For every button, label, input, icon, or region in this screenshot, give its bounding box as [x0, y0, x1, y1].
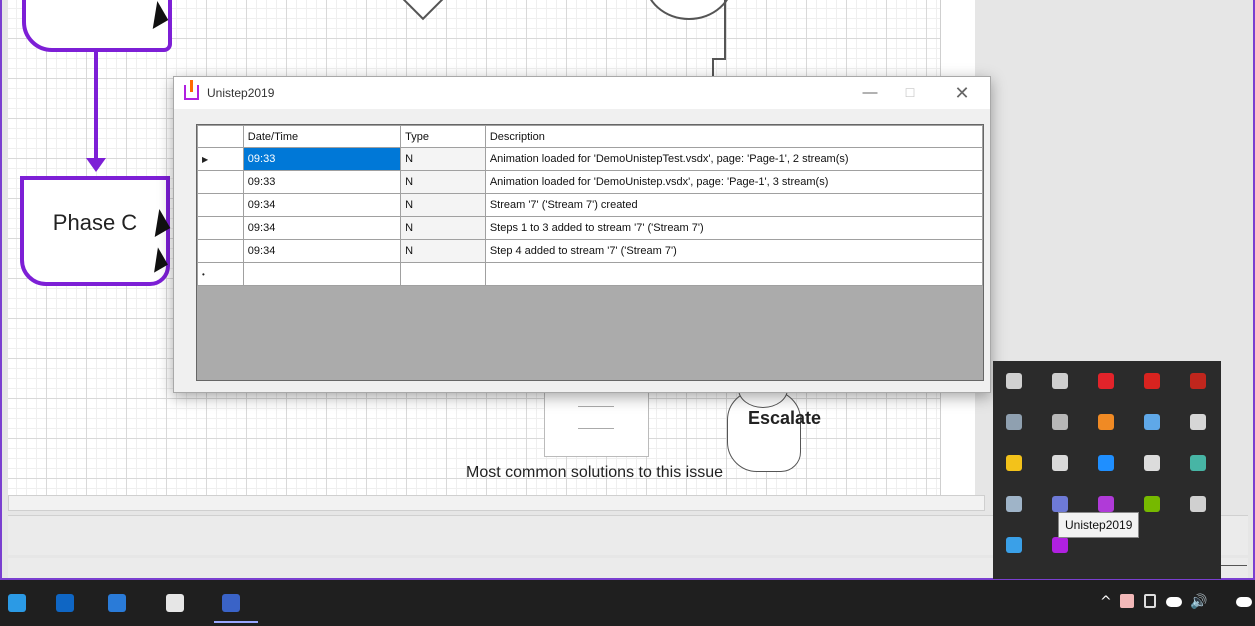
- description-cell[interactable]: [484, 262, 984, 286]
- row-header-corner[interactable]: [197, 125, 244, 148]
- description-cell[interactable]: Animation loaded for 'DemoUnistepTest.vs…: [484, 147, 984, 171]
- show-hidden-icons-chevron[interactable]: ^: [1100, 594, 1112, 610]
- acrobat-icon[interactable]: [1098, 373, 1114, 389]
- datetime-cell[interactable]: 09:33: [242, 170, 402, 194]
- table-row[interactable]: 09:33 N Animation loaded for 'DemoUniste…: [197, 170, 984, 194]
- satellite-icon[interactable]: [1052, 373, 1068, 389]
- type-cell[interactable]: N: [400, 239, 486, 263]
- table-row[interactable]: ▶ 09:33 N Animation loaded for 'DemoUnis…: [197, 147, 984, 171]
- type-cell[interactable]: [400, 262, 486, 286]
- connector-line: [724, 0, 726, 60]
- solutions-text: Most common solutions to this issue: [466, 464, 723, 481]
- table-row[interactable]: 09:34 N Stream '7' ('Stream 7') created: [197, 193, 984, 217]
- visio-icon[interactable]: [222, 594, 240, 612]
- dialog-titlebar[interactable]: Unistep2019 — ☐ ✕: [174, 77, 990, 109]
- description-cell[interactable]: Animation loaded for 'DemoUnistep.vsdx',…: [484, 170, 984, 194]
- description-cell[interactable]: Step 4 added to stream '7' ('Stream 7'): [484, 239, 984, 263]
- sync-app-icon[interactable]: [1098, 414, 1114, 430]
- datetime-cell[interactable]: [242, 262, 402, 286]
- datetime-cell[interactable]: 09:34: [242, 216, 402, 240]
- hard-drive-icon[interactable]: [1006, 414, 1022, 430]
- flow-connector[interactable]: [94, 50, 98, 162]
- battery-icon[interactable]: [1144, 594, 1156, 608]
- decision-shape[interactable]: [401, 0, 445, 21]
- display-tool-icon[interactable]: [1190, 455, 1206, 471]
- snipping-tool-icon[interactable]: [166, 594, 184, 612]
- log-grid[interactable]: Date/Time Type Description ▶ 09:33 N Ani…: [196, 124, 984, 381]
- document-shape[interactable]: [544, 382, 649, 457]
- onedrive-icon[interactable]: [1006, 537, 1022, 553]
- row-selector[interactable]: [197, 239, 244, 263]
- new-row-marker[interactable]: •: [197, 262, 244, 286]
- horizontal-scrollbar[interactable]: [8, 495, 985, 511]
- minimize-button[interactable]: —: [850, 81, 890, 105]
- type-cell[interactable]: N: [400, 147, 486, 171]
- cloud-icon[interactable]: [1236, 597, 1252, 607]
- type-cell[interactable]: N: [400, 193, 486, 217]
- type-cell[interactable]: N: [400, 216, 486, 240]
- description-cell[interactable]: Steps 1 to 3 added to stream '7' ('Strea…: [484, 216, 984, 240]
- usb-drive-icon[interactable]: [1006, 373, 1022, 389]
- grid-header-row: Date/Time Type Description: [197, 125, 984, 148]
- column-header-type[interactable]: Type: [400, 125, 486, 148]
- epic-games-icon[interactable]: [1052, 455, 1068, 471]
- edge-icon[interactable]: [8, 594, 26, 612]
- defender-shield-icon[interactable]: [1006, 455, 1022, 471]
- column-header-datetime[interactable]: Date/Time: [242, 125, 402, 148]
- onedrive-cloud-icon[interactable]: [1166, 597, 1182, 607]
- speaker-icon[interactable]: 🔊: [1190, 594, 1207, 610]
- current-row-marker[interactable]: ▶: [197, 147, 244, 171]
- outlook-icon[interactable]: [56, 594, 74, 612]
- dialog-title: Unistep2019: [207, 86, 275, 100]
- connector-line: [712, 58, 726, 60]
- datetime-cell[interactable]: 09:33: [242, 147, 402, 171]
- unistep-icon[interactable]: [1052, 537, 1068, 553]
- table-row[interactable]: 09:34 N Step 4 added to stream '7' ('Str…: [197, 239, 984, 263]
- network-icon[interactable]: [1190, 414, 1206, 430]
- row-selector[interactable]: [197, 170, 244, 194]
- row-selector[interactable]: [197, 193, 244, 217]
- document-line: [578, 406, 614, 407]
- steam-icon[interactable]: [1144, 414, 1160, 430]
- phase-c-shape[interactable]: Phase C: [20, 176, 170, 286]
- row-selector[interactable]: [197, 216, 244, 240]
- magnet-icon[interactable]: [1052, 496, 1068, 512]
- connector-arrowhead: [86, 158, 106, 172]
- bluetooth-icon[interactable]: [1098, 455, 1114, 471]
- crane-icon[interactable]: [1006, 496, 1022, 512]
- target-icon[interactable]: [1144, 455, 1160, 471]
- ring-icon[interactable]: [1098, 496, 1114, 512]
- security-shield-icon[interactable]: [1144, 373, 1160, 389]
- notification-app-icon[interactable]: [1120, 594, 1134, 608]
- stylus-icon[interactable]: [1052, 414, 1068, 430]
- document-line: [578, 428, 614, 429]
- new-row[interactable]: •: [197, 262, 984, 286]
- ethernet-icon[interactable]: [1190, 496, 1206, 512]
- unistep-tooltip: Unistep2019: [1058, 512, 1140, 538]
- description-cell[interactable]: Stream '7' ('Stream 7') created: [484, 193, 984, 217]
- phase-c-label: Phase C: [52, 210, 138, 235]
- datetime-cell[interactable]: 09:34: [242, 193, 402, 217]
- column-header-description[interactable]: Description: [484, 125, 984, 148]
- tray-overflow-flyout: [993, 361, 1221, 579]
- pdf-icon[interactable]: [108, 594, 126, 612]
- terminator-shape[interactable]: [644, 0, 734, 20]
- taskbar: ^ 🔊: [0, 580, 1255, 626]
- unistep-app-icon: [184, 80, 199, 100]
- escalate-label: Escalate: [748, 408, 822, 428]
- maximize-button[interactable]: ☐: [890, 81, 930, 105]
- table-row[interactable]: 09:34 N Steps 1 to 3 added to stream '7'…: [197, 216, 984, 240]
- unistep-log-dialog: Unistep2019 — ☐ ✕ Date/Time Type Descrip…: [173, 76, 991, 393]
- active-app-indicator: [214, 621, 258, 623]
- zoom-slider[interactable]: [1217, 565, 1247, 566]
- type-cell[interactable]: N: [400, 170, 486, 194]
- terminal-icon[interactable]: [1190, 373, 1206, 389]
- datetime-cell[interactable]: 09:34: [242, 239, 402, 263]
- nvidia-icon[interactable]: [1144, 496, 1160, 512]
- close-button[interactable]: ✕: [942, 81, 982, 105]
